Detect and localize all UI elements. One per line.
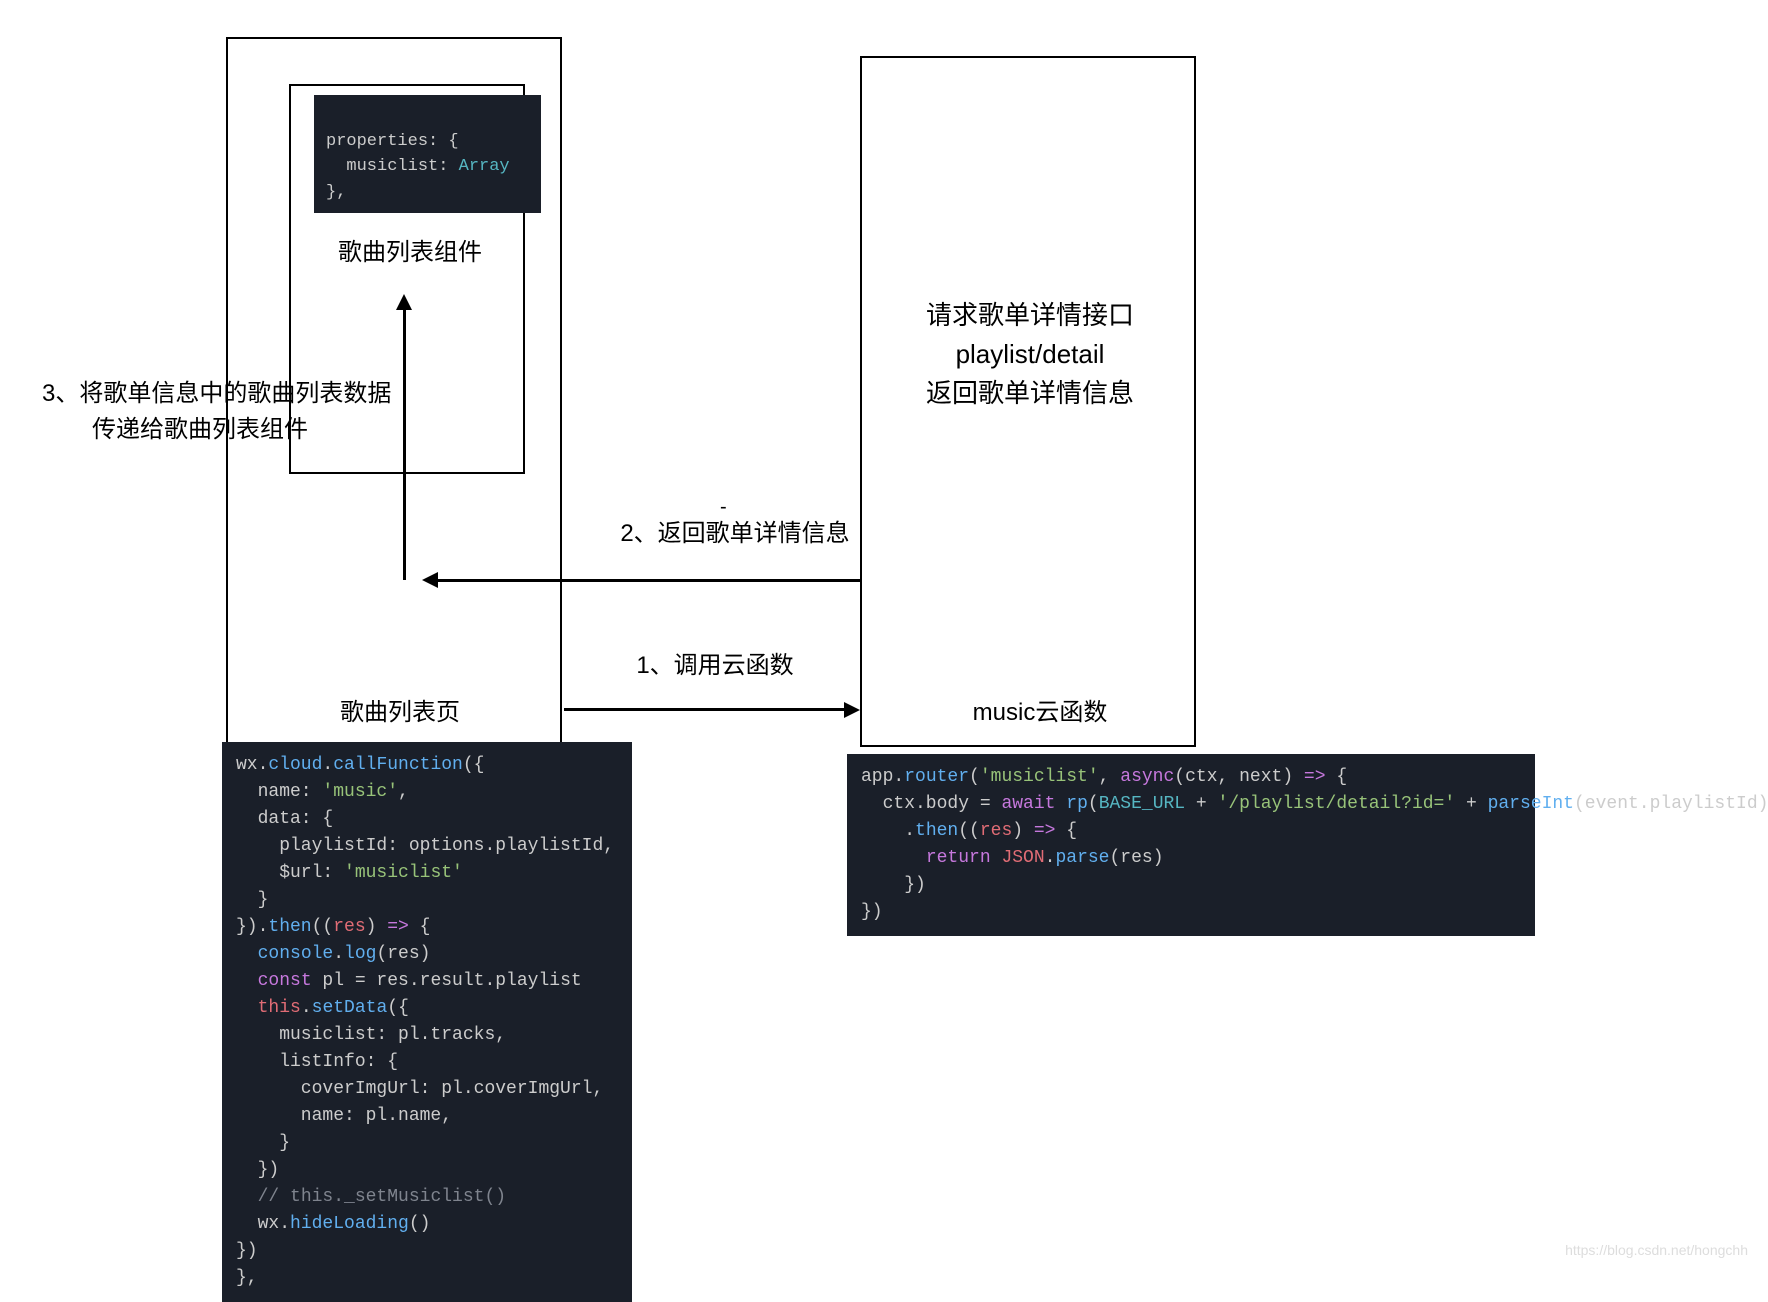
api-label-line2: 返回歌单详情信息 (870, 374, 1190, 413)
arrow1-head (844, 702, 860, 718)
code-line: musiclist: Array (326, 157, 510, 176)
properties-code: properties: { musiclist: Array }, (314, 95, 541, 213)
arrow2-line (436, 579, 860, 582)
watermark: https://blog.csdn.net/hongchh (1565, 1242, 1748, 1258)
arrow1-line (564, 708, 846, 711)
arrow3-line (403, 308, 406, 580)
step2-annotation: 2、返回歌单详情信息 (605, 516, 865, 552)
page-label: 歌曲列表页 (320, 695, 480, 731)
api-label: 请求歌单详情接口playlist/detail 返回歌单详情信息 (870, 296, 1190, 413)
tick-mark: - (720, 496, 727, 519)
left-code-block: wx.cloud.callFunction({ name: 'music', d… (222, 742, 632, 1302)
step3-line1: 3、将歌单信息中的歌曲列表数据 (42, 376, 422, 412)
component-label: 歌曲列表组件 (310, 235, 510, 271)
arrow3-head (396, 294, 412, 310)
cloud-label: music云函数 (960, 695, 1120, 731)
code-line: properties: { (326, 132, 459, 151)
step3-annotation: 3、将歌单信息中的歌曲列表数据 传递给歌曲列表组件 (42, 376, 422, 448)
arrow2-head (422, 572, 438, 588)
step3-line2: 传递给歌曲列表组件 (42, 412, 422, 448)
step1-annotation: 1、调用云函数 (625, 648, 805, 684)
code-line: }, (326, 183, 346, 202)
api-label-line1: 请求歌单详情接口playlist/detail (870, 296, 1190, 374)
right-code-block: app.router('musiclist', async(ctx, next)… (847, 754, 1535, 936)
